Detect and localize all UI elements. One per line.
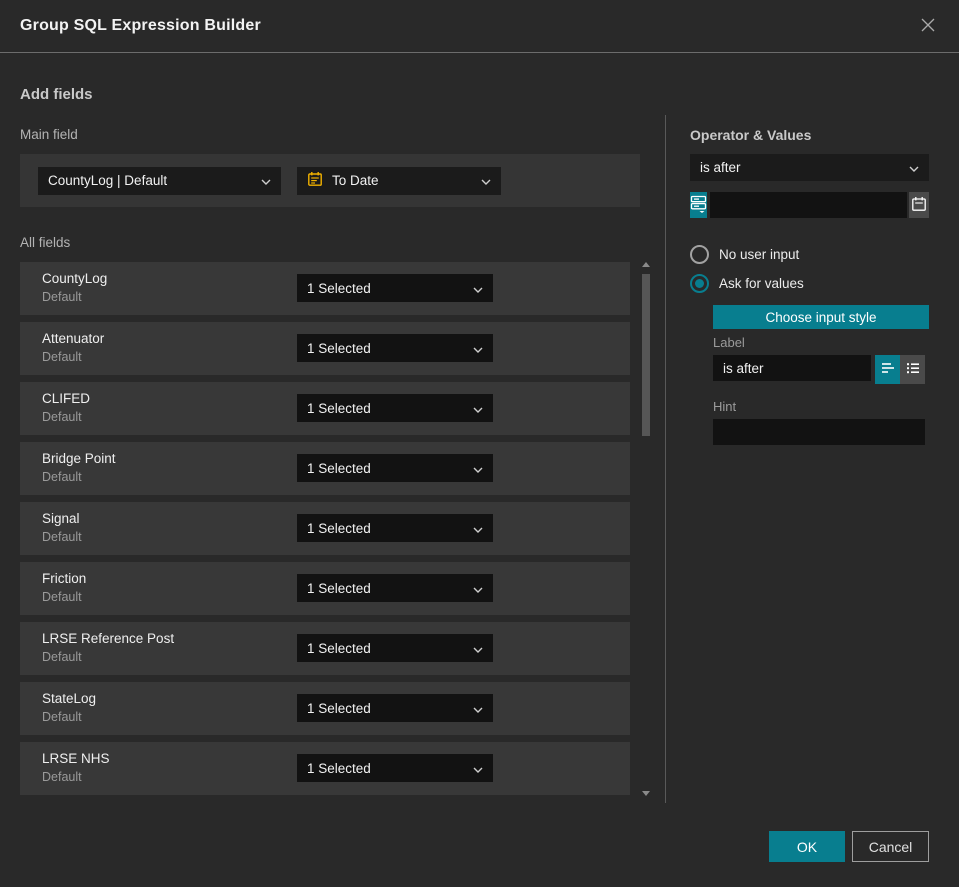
add-fields-heading: Add fields (20, 86, 93, 103)
radio-icon (690, 245, 709, 264)
hint-input[interactable] (713, 419, 925, 445)
calendar-icon (911, 196, 927, 215)
label-input[interactable] (713, 355, 871, 381)
field-row: LRSE Reference Post Default 1 Selected (20, 622, 630, 675)
main-field-select-value: CountyLog | Default (48, 173, 168, 188)
close-button[interactable] (917, 15, 939, 37)
chevron-down-icon (473, 641, 483, 656)
all-fields-label: All fields (20, 235, 71, 250)
field-row-selected-value: 1 Selected (307, 760, 371, 776)
operator-select[interactable]: is after (690, 154, 929, 181)
radio-icon (690, 274, 709, 293)
chevron-down-icon (473, 341, 483, 356)
scrollbar-thumb[interactable] (642, 274, 650, 436)
chevron-down-icon (473, 461, 483, 476)
field-row: LRSE NHS Default 1 Selected (20, 742, 630, 795)
field-row-selected-value: 1 Selected (307, 280, 371, 296)
date-picker-button[interactable] (909, 192, 929, 218)
list-style-button[interactable] (900, 355, 925, 384)
ok-button[interactable]: OK (769, 831, 845, 862)
scrollbar-up-arrow[interactable] (641, 260, 651, 268)
chevron-down-icon (473, 401, 483, 416)
panel-divider (665, 115, 666, 803)
field-row-selected-dropdown[interactable]: 1 Selected (297, 274, 493, 302)
field-type-select[interactable]: To Date (297, 166, 501, 195)
value-entry-row (690, 192, 929, 218)
value-input[interactable] (710, 192, 908, 218)
field-row: CLIFED Default 1 Selected (20, 382, 630, 435)
single-line-style-button[interactable] (875, 355, 900, 384)
operator-values-heading: Operator & Values (690, 127, 812, 143)
field-row-selected-value: 1 Selected (307, 460, 371, 476)
choose-input-style-button[interactable]: Choose input style (713, 305, 929, 329)
field-row-selected-value: 1 Selected (307, 640, 371, 656)
field-row: Friction Default 1 Selected (20, 562, 630, 615)
field-row-selected-dropdown[interactable]: 1 Selected (297, 634, 493, 662)
main-field-box: CountyLog | Default To Date (20, 154, 640, 207)
chevron-down-icon (473, 701, 483, 716)
field-row: StateLog Default 1 Selected (20, 682, 630, 735)
label-style-toggle (875, 355, 925, 384)
hint-field-label: Hint (713, 399, 737, 414)
field-row-selected-value: 1 Selected (307, 400, 371, 416)
group-sql-expression-builder-dialog: Group SQL Expression Builder Add fields … (0, 0, 959, 887)
calendar-icon (307, 171, 323, 190)
field-row-selected-dropdown[interactable]: 1 Selected (297, 694, 493, 722)
chevron-down-icon (909, 160, 919, 175)
chevron-down-icon (473, 761, 483, 776)
radio-label: Ask for values (719, 276, 804, 291)
cancel-button[interactable]: Cancel (852, 831, 929, 862)
field-row-selected-dropdown[interactable]: 1 Selected (297, 754, 493, 782)
field-row-selected-value: 1 Selected (307, 340, 371, 356)
field-row-selected-dropdown[interactable]: 1 Selected (297, 394, 493, 422)
bullet-list-icon (905, 361, 921, 378)
align-left-icon (880, 361, 896, 378)
all-fields-list: CountyLog Default 1 Selected Attenuator … (20, 262, 630, 795)
field-row-selected-dropdown[interactable]: 1 Selected (297, 574, 493, 602)
scrollbar-down-arrow[interactable] (641, 789, 651, 797)
operator-select-value: is after (700, 160, 741, 175)
main-field-select[interactable]: CountyLog | Default (38, 166, 281, 195)
chevron-down-icon (473, 581, 483, 596)
chevron-down-icon (473, 281, 483, 296)
main-field-label: Main field (20, 127, 78, 142)
radio-label: No user input (719, 247, 800, 262)
field-row-selected-dropdown[interactable]: 1 Selected (297, 334, 493, 362)
field-row-selected-value: 1 Selected (307, 700, 371, 716)
field-type-select-value: To Date (332, 173, 379, 188)
dialog-title: Group SQL Expression Builder (20, 17, 261, 34)
radio-ask-for-values[interactable]: Ask for values (690, 274, 804, 293)
values-list-button[interactable] (690, 192, 708, 218)
field-row: Bridge Point Default 1 Selected (20, 442, 630, 495)
field-row: CountyLog Default 1 Selected (20, 262, 630, 315)
field-row-selected-value: 1 Selected (307, 580, 371, 596)
dialog-header: Group SQL Expression Builder (0, 0, 959, 53)
radio-no-user-input[interactable]: No user input (690, 245, 799, 264)
field-row: Signal Default 1 Selected (20, 502, 630, 555)
field-row-selected-dropdown[interactable]: 1 Selected (297, 454, 493, 482)
label-field-label: Label (713, 335, 745, 350)
values-list-icon (690, 195, 707, 216)
chevron-down-icon (473, 521, 483, 536)
chevron-down-icon (481, 173, 491, 188)
field-row: Attenuator Default 1 Selected (20, 322, 630, 375)
chevron-down-icon (261, 173, 271, 188)
close-icon (919, 16, 937, 37)
field-row-selected-value: 1 Selected (307, 520, 371, 536)
field-row-selected-dropdown[interactable]: 1 Selected (297, 514, 493, 542)
